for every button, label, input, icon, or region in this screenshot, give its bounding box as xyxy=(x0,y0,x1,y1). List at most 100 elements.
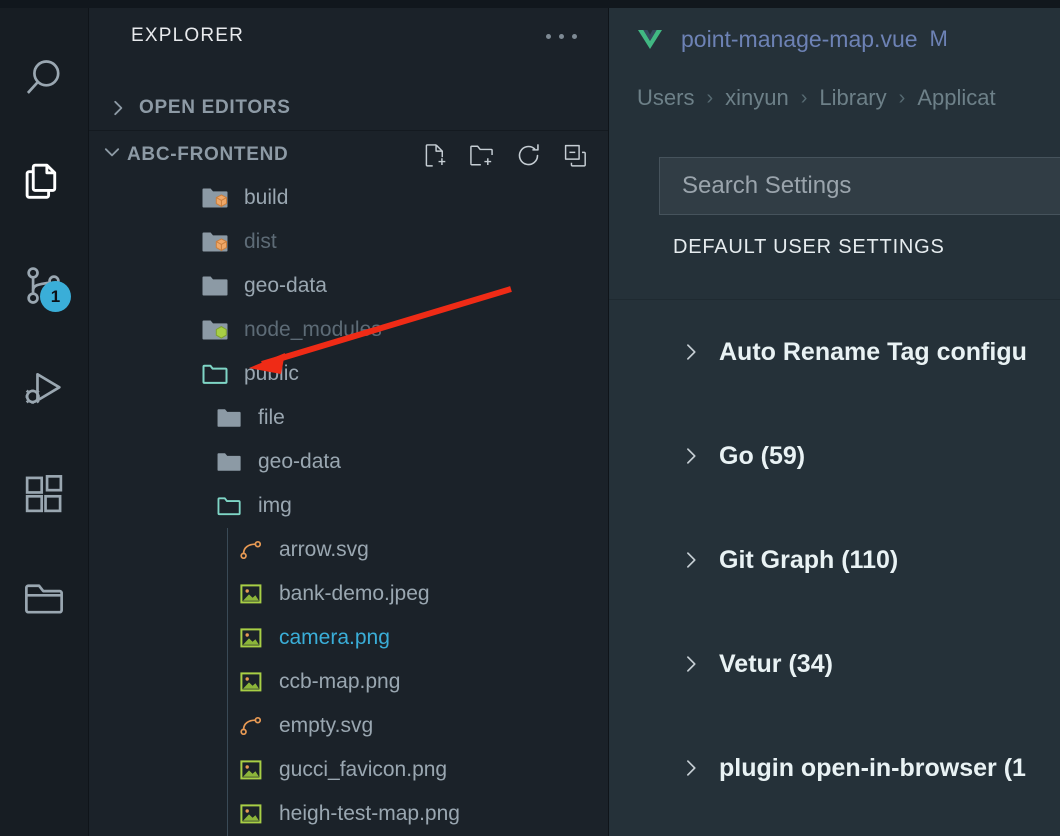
tree-item-label: gucci_favicon.png xyxy=(279,758,448,781)
workspace-folder-label: ABC-FRONTEND xyxy=(127,143,289,165)
chevron-right-icon: › xyxy=(800,86,808,109)
tree-row[interactable]: heigh-test-map.png xyxy=(89,792,609,836)
vscode-window: 1 EXPLORER OPEN EDITORS ABC-FRONTEND bui… xyxy=(0,0,1060,836)
settings-group-open-in-browser[interactable]: plugin open-in-browser (1 xyxy=(609,716,1060,820)
tree-item-label: node_modules xyxy=(244,318,382,341)
folder-package-icon xyxy=(199,227,233,257)
image-file-icon xyxy=(234,667,268,697)
settings-section-title: DEFAULT USER SETTINGS xyxy=(673,236,945,258)
tree-item-label: geo-data xyxy=(244,274,327,297)
section-workspace-folder[interactable]: ABC-FRONTEND xyxy=(89,130,609,178)
tree-item-label: arrow.svg xyxy=(279,538,369,561)
tree-item-label: file xyxy=(258,406,285,429)
new-file-icon[interactable] xyxy=(421,142,448,169)
settings-group-label: Go (59) xyxy=(719,441,806,470)
tree-row[interactable]: gucci_favicon.png xyxy=(89,748,609,792)
chevron-right-icon xyxy=(103,99,133,117)
refresh-icon[interactable] xyxy=(515,142,542,169)
tree-row[interactable]: node_modules xyxy=(89,308,609,352)
chevron-right-icon xyxy=(681,446,709,466)
tree-row[interactable]: empty.svg xyxy=(89,704,609,748)
editor-tab-dirty-indicator: M xyxy=(929,26,948,51)
explorer-sidebar: EXPLORER OPEN EDITORS ABC-FRONTEND build… xyxy=(88,8,609,836)
settings-group-list: Auto Rename Tag configu Go (59) Git Grap… xyxy=(609,300,1060,820)
activity-bar-item-extensions[interactable] xyxy=(0,442,88,546)
breadcrumb-item[interactable]: xinyun xyxy=(725,85,789,111)
collapse-all-icon[interactable] xyxy=(562,142,589,169)
settings-group-git-graph[interactable]: Git Graph (110) xyxy=(609,508,1060,612)
settings-group-label: Auto Rename Tag configu xyxy=(719,337,1027,366)
tree-row[interactable]: dist xyxy=(89,220,609,264)
svg-file-icon xyxy=(234,535,268,565)
tree-row[interactable]: arrow.svg xyxy=(89,528,609,572)
settings-group-go[interactable]: Go (59) xyxy=(609,404,1060,508)
settings-header: Search Settings DEFAULT USER SETTINGS xyxy=(609,126,1060,300)
chevron-down-icon xyxy=(103,143,121,166)
chevron-right-icon xyxy=(681,758,709,778)
image-file-icon xyxy=(234,755,268,785)
tree-item-label: dist xyxy=(244,230,277,253)
activity-bar-item-search[interactable] xyxy=(0,26,88,130)
tree-item-label: heigh-test-map.png xyxy=(279,802,460,825)
more-actions-icon[interactable] xyxy=(542,28,581,45)
image-file-icon xyxy=(234,579,268,609)
settings-group-label: Git Graph (110) xyxy=(719,545,899,574)
tree-item-label: ccb-map.png xyxy=(279,670,401,693)
sidebar-header: EXPLORER xyxy=(89,8,609,64)
chevron-right-icon xyxy=(681,550,709,570)
tree-row[interactable]: geo-data xyxy=(89,264,609,308)
vue-file-icon xyxy=(635,26,665,52)
search-settings-placeholder: Search Settings xyxy=(682,172,852,199)
folder-package-icon xyxy=(199,183,233,213)
tree-row-public[interactable]: public xyxy=(89,352,609,396)
tree-row[interactable]: geo-data xyxy=(89,440,609,484)
breadcrumb: Users › xinyun › Library › Applicat xyxy=(609,70,1060,126)
search-icon xyxy=(21,55,67,101)
svg-file-icon xyxy=(234,711,268,741)
activity-bar: 1 xyxy=(0,8,88,836)
search-settings-input[interactable]: Search Settings xyxy=(659,157,1060,215)
breadcrumb-item[interactable]: Library xyxy=(819,85,886,111)
sidebar-title: EXPLORER xyxy=(131,25,245,46)
settings-group-label: Vetur (34) xyxy=(719,649,833,678)
tree-row[interactable]: build xyxy=(89,176,609,220)
tree-row[interactable]: bank-demo.jpeg xyxy=(89,572,609,616)
run-and-debug-icon xyxy=(21,367,67,413)
tree-item-label: geo-data xyxy=(258,450,341,473)
tree-item-label: build xyxy=(244,186,289,209)
section-open-editors[interactable]: OPEN EDITORS xyxy=(89,84,609,132)
folder-icon xyxy=(213,447,247,477)
breadcrumb-item[interactable]: Users xyxy=(637,85,694,111)
activity-bar-item-source-control[interactable]: 1 xyxy=(0,234,88,338)
editor-tab-bar: point-manage-map.vue M xyxy=(609,8,1060,70)
tree-row[interactable]: ccb-map.png xyxy=(89,660,609,704)
tree-item-label: camera.png xyxy=(279,626,390,649)
tree-item-label: img xyxy=(258,494,292,517)
new-folder-icon[interactable] xyxy=(468,142,495,169)
breadcrumb-item[interactable]: Applicat xyxy=(917,85,995,111)
folder-icon xyxy=(199,271,233,301)
tree-item-label: empty.svg xyxy=(279,714,374,737)
source-control-badge: 1 xyxy=(40,281,71,312)
editor-tab-filename[interactable]: point-manage-map.vue xyxy=(681,26,918,53)
folder-open-icon xyxy=(199,359,233,389)
explorer-toolbar xyxy=(421,131,589,179)
chevron-right-icon xyxy=(681,654,709,674)
window-title-bar xyxy=(0,0,1060,8)
tree-item-label: public xyxy=(244,362,299,385)
chevron-right-icon: › xyxy=(706,86,714,109)
folder-icon xyxy=(213,403,247,433)
remote-explorer-icon xyxy=(21,575,67,621)
activity-bar-item-remote-explorer[interactable] xyxy=(0,546,88,650)
settings-group-label: plugin open-in-browser (1 xyxy=(719,753,1026,782)
tree-row-camera-png[interactable]: camera.png xyxy=(89,616,609,660)
tree-row-img[interactable]: img xyxy=(89,484,609,528)
activity-bar-item-explorer[interactable] xyxy=(0,130,88,234)
tree-row[interactable]: file xyxy=(89,396,609,440)
activity-bar-item-run-debug[interactable] xyxy=(0,338,88,442)
image-file-icon xyxy=(234,799,268,829)
tree-item-label: bank-demo.jpeg xyxy=(279,582,430,605)
chevron-right-icon xyxy=(681,342,709,362)
settings-group-vetur[interactable]: Vetur (34) xyxy=(609,612,1060,716)
settings-group-auto-rename-tag[interactable]: Auto Rename Tag configu xyxy=(609,300,1060,404)
